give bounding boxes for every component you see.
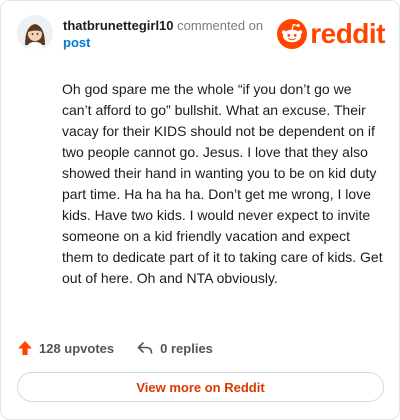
post-link[interactable]: post xyxy=(63,34,283,52)
reddit-logo[interactable]: reddit xyxy=(277,17,385,51)
comment-byline: thatbrunettegirl10 commented on xyxy=(63,17,283,34)
reddit-wordmark: reddit xyxy=(310,18,385,49)
reply-count-label: 0 replies xyxy=(160,340,213,356)
reply-arrow-icon xyxy=(137,342,153,354)
reddit-snoo-icon xyxy=(277,19,308,49)
comment-action-text: commented on xyxy=(177,18,264,33)
upvote-count[interactable]: 128 upvotes xyxy=(17,340,114,356)
embedded-comment-card: thatbrunettegirl10 commented on post red… xyxy=(0,0,400,420)
view-more-on-reddit-button[interactable]: View more on Reddit xyxy=(17,372,384,402)
comment-header: thatbrunettegirl10 commented on post red… xyxy=(17,15,385,57)
comment-meta: thatbrunettegirl10 commented on post xyxy=(63,17,283,52)
user-avatar[interactable] xyxy=(17,15,53,51)
comment-stats: 128 upvotes 0 replies xyxy=(17,337,213,359)
upvote-arrow-icon xyxy=(18,341,32,355)
upvote-count-label: 128 upvotes xyxy=(39,340,115,356)
reply-count[interactable]: 0 replies xyxy=(136,340,213,356)
avatar-illustration-icon xyxy=(17,15,53,51)
comment-author-link[interactable]: thatbrunettegirl10 xyxy=(63,18,174,33)
comment-body: Oh god spare me the whole “if you don’t … xyxy=(62,81,383,286)
